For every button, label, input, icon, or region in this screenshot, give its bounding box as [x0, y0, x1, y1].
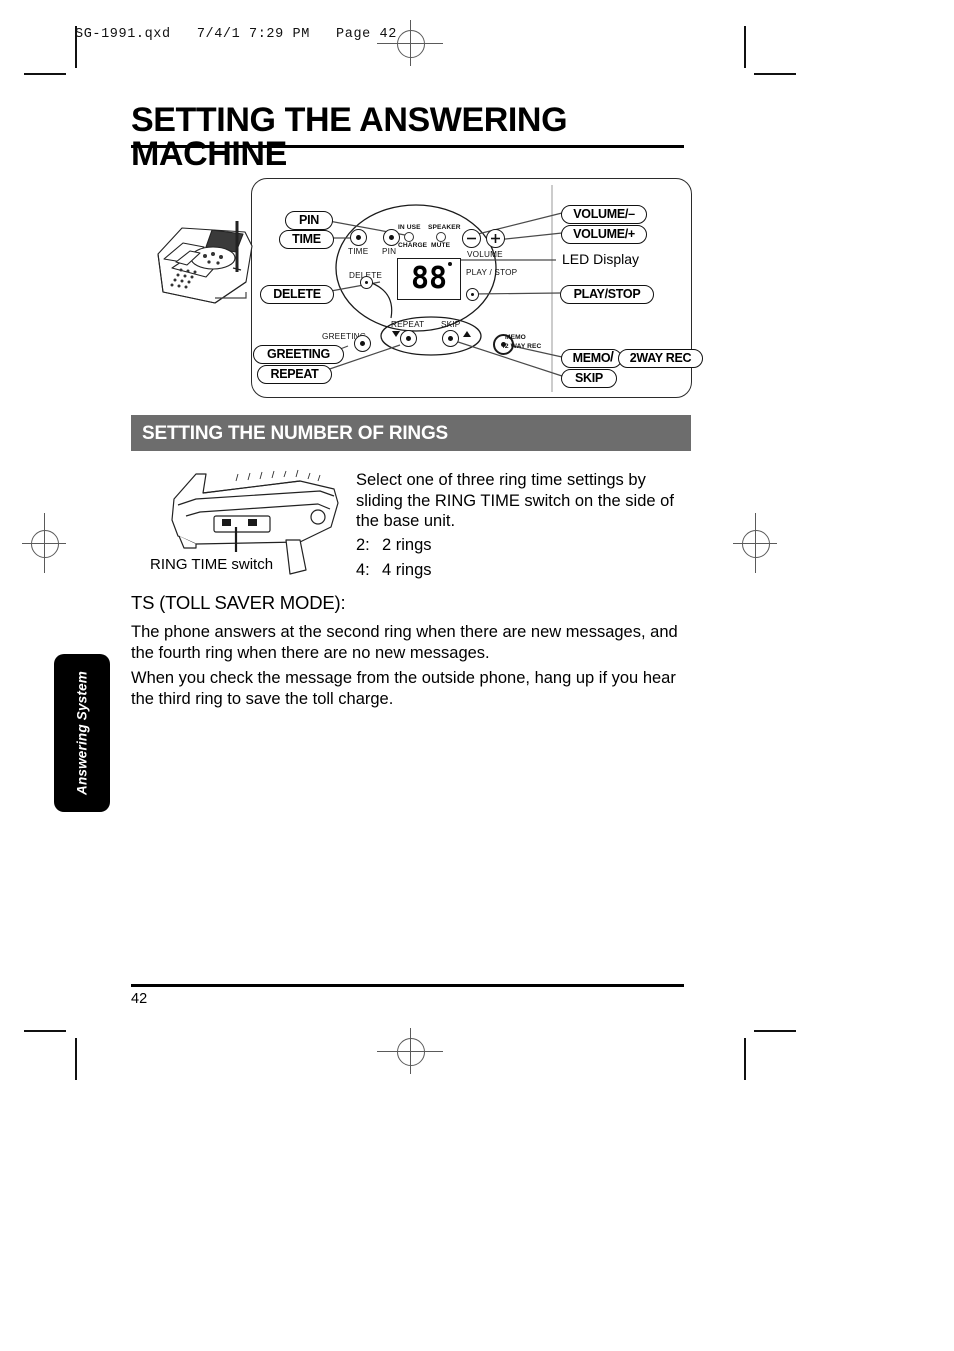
ring-intro-paragraph: Select one of three ring time settings b…: [356, 471, 674, 530]
crop-mark-top-left-horizontal: [24, 73, 66, 75]
repeat-arrow-icon: [392, 331, 400, 337]
footer-divider: [131, 984, 684, 987]
page-number: 42: [131, 991, 148, 1007]
panel-label-in-use: IN USE: [398, 224, 421, 231]
toll-saver-heading: TS (TOLL SAVER MODE):: [131, 592, 346, 613]
play-stop-button[interactable]: [466, 288, 479, 301]
led-display-dot: [448, 262, 452, 266]
ring-time-switch-caption: RING TIME switch: [150, 556, 274, 573]
callout-pin: PIN: [285, 211, 333, 230]
led-display: 88: [397, 258, 461, 300]
registration-mark-bottom: [377, 1028, 443, 1074]
minus-icon: [467, 237, 476, 240]
volume-plus-button[interactable]: [486, 229, 505, 248]
panel-label-skip: SKIP: [441, 320, 461, 329]
speaker-mute-led: [436, 232, 446, 242]
delete-button[interactable]: [360, 276, 373, 289]
callout-separator: /: [610, 348, 614, 364]
crop-mark-bottom-left-vertical: [75, 1038, 77, 1080]
toll-saver-paragraph-1: The phone answers at the second ring whe…: [131, 623, 678, 662]
crop-mark-bottom-right-vertical: [744, 1038, 746, 1080]
ring-option-2: 2: 2 rings: [356, 533, 656, 558]
repeat-button[interactable]: [400, 330, 417, 347]
panel-label-memo: MEMO: [505, 334, 526, 341]
page-title: SETTING THE ANSWERING MACHINE: [131, 101, 568, 173]
in-use-charge-led: [404, 232, 414, 242]
greeting-button[interactable]: [354, 335, 371, 352]
ring-option-4-text: 4 rings: [382, 561, 432, 579]
side-tab-answering-system: Answering System: [54, 654, 110, 812]
crop-mark-bottom-left-horizontal: [24, 1030, 66, 1032]
panel-label-charge: CHARGE: [398, 242, 428, 249]
title-divider: [131, 145, 684, 148]
callout-play-stop: PLAY/STOP: [560, 285, 654, 304]
callout-skip: SKIP: [561, 369, 617, 388]
callout-time: TIME: [279, 230, 334, 249]
plus-icon: [491, 234, 500, 243]
callout-delete: DELETE: [260, 285, 334, 304]
callout-led-display: LED Display: [560, 251, 642, 267]
registration-mark-right: [733, 513, 777, 573]
ring-option-4: 4: 4 rings: [356, 558, 656, 583]
callout-volume-plus: VOLUME/+: [561, 225, 647, 244]
callout-2way-rec: 2WAY REC: [618, 349, 703, 368]
crop-mark-bottom-right-horizontal: [754, 1030, 796, 1032]
crop-mark-top-right-horizontal: [754, 73, 796, 75]
proof-header-text: SG-1991.qxd 7/4/1 7:29 PM Page 42: [75, 27, 397, 42]
time-button[interactable]: [350, 229, 367, 246]
section-banner-title: SETTING THE NUMBER OF RINGS: [142, 423, 448, 444]
ring-option-4-key: 4:: [356, 561, 370, 579]
ring-option-2-key: 2:: [356, 536, 370, 554]
skip-arrow-icon: [463, 331, 471, 337]
panel-label-mute: MUTE: [431, 242, 451, 249]
panel-label-time: TIME: [348, 247, 369, 256]
callout-repeat: REPEAT: [257, 365, 332, 384]
panel-label-play-stop: PLAY / STOP: [466, 268, 518, 277]
registration-mark-left: [22, 513, 66, 573]
panel-label-pin: PIN: [382, 247, 397, 256]
panel-label-speaker: SPEAKER: [428, 224, 461, 231]
callout-greeting: GREETING: [253, 345, 344, 364]
ring-option-2-text: 2 rings: [382, 536, 432, 554]
side-tab-label: Answering System: [74, 671, 90, 795]
crop-mark-top-right-vertical: [744, 26, 746, 68]
skip-button[interactable]: [442, 330, 459, 347]
panel-label-repeat: REPEAT: [391, 320, 425, 329]
ring-options-list: 2: 2 rings 4: 4 rings: [356, 533, 656, 583]
panel-label-2way-rec: /2 WAY REC: [503, 343, 542, 350]
section-banner: SETTING THE NUMBER OF RINGS: [131, 415, 691, 451]
document-page: SG-1991.qxd 7/4/1 7:29 PM Page 42 SETTIN…: [0, 0, 954, 1351]
volume-minus-button[interactable]: [462, 229, 481, 248]
panel-label-volume: VOLUME: [467, 250, 503, 259]
toll-saver-paragraph-2: When you check the message from the outs…: [131, 669, 676, 708]
callout-volume-minus: VOLUME/–: [561, 205, 647, 224]
